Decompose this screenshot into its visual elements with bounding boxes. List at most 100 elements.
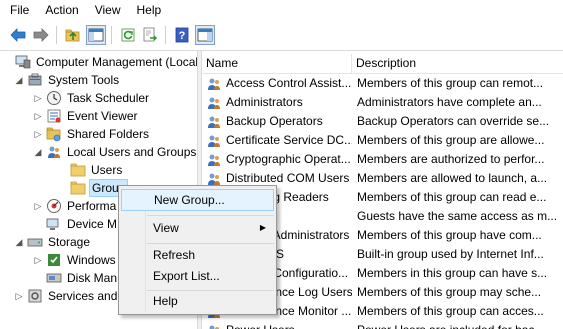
table-row[interactable]: Power Users Power Users are included for … (202, 321, 563, 329)
group-description: Members in this group can have s... (357, 266, 548, 280)
group-name: Backup Operators (226, 114, 323, 128)
column-header-name[interactable]: Name (202, 54, 352, 73)
expanded-chevron-icon[interactable]: ◢ (14, 75, 24, 85)
tree-item-label: System Tools (48, 73, 120, 87)
tree-item-label: Services and (48, 289, 118, 303)
menu-item-label: Help (153, 294, 178, 308)
menu-item-label: Refresh (153, 248, 196, 262)
show-hide-action-pane-icon[interactable] (195, 25, 215, 45)
group-description: Members of this group can read e... (357, 190, 547, 204)
group-description: Members of this group have com... (357, 228, 542, 242)
group-description: Administrators have complete an... (357, 95, 542, 109)
tree-item-computer-management[interactable]: Computer Management (Local (2, 53, 197, 71)
export-list-icon[interactable] (140, 25, 160, 45)
menu-item-export-list[interactable]: Export List... (121, 265, 274, 287)
performance-icon (46, 198, 62, 214)
group-description: Members of this group are allowe... (357, 133, 545, 147)
menu-item-refresh[interactable]: Refresh (121, 244, 274, 266)
help-icon[interactable]: ? (172, 25, 192, 45)
menu-item-view[interactable]: View ▶ (121, 217, 274, 239)
list-header: Name Description (202, 54, 563, 74)
table-row[interactable]: Backup Operators Backup Operators can ove… (202, 112, 563, 131)
event-viewer-icon (46, 108, 62, 124)
column-header-description[interactable]: Description (352, 54, 563, 73)
expanded-chevron-icon[interactable]: ◢ (33, 147, 43, 157)
tree-item-label: Windows (67, 253, 116, 267)
tree-item-label: Storage (48, 235, 91, 249)
group-description: Members of this group can remot... (357, 76, 544, 90)
users-icon (46, 144, 62, 160)
folder-icon (70, 162, 86, 178)
windows-backup-icon (46, 252, 62, 268)
tree-item-label: Computer Management (Local (36, 55, 197, 69)
menu-item-label: New Group... (154, 193, 225, 207)
table-row[interactable]: Administrators Administrators have comple… (202, 93, 563, 112)
table-row[interactable]: Cryptographic Operat... Members are autho… (202, 150, 563, 169)
collapsed-chevron-icon[interactable]: ▷ (33, 201, 43, 211)
tree-item-storage[interactable]: ◢ Storage (14, 233, 92, 251)
group-name: Access Control Assist... (226, 76, 352, 90)
tree-item-task-scheduler[interactable]: ▷ Task Scheduler (33, 89, 151, 107)
back-arrow-icon[interactable] (8, 25, 28, 45)
tree-item-label: Disk Man (67, 271, 118, 285)
cell-name: Cryptographic Operat... (202, 150, 352, 169)
up-folder-icon[interactable] (63, 25, 83, 45)
group-name: Power Users (226, 321, 295, 329)
group-description: Members of this group can acces... (357, 304, 544, 318)
services-icon (27, 288, 43, 304)
collapsed-chevron-icon[interactable]: ▷ (33, 111, 43, 121)
tree-item-device-manager[interactable]: Device M (33, 215, 119, 233)
group-icon (206, 95, 222, 111)
expanded-chevron-icon[interactable]: ◢ (14, 237, 24, 247)
group-description: Guests have the same access as m... (357, 209, 558, 223)
tree-item-local-users-and-groups[interactable]: ◢ Local Users and Groups (33, 143, 197, 161)
tree-item-label: Shared Folders (67, 127, 150, 141)
table-row[interactable]: Certificate Service DC... Members of this… (202, 131, 563, 150)
device-manager-icon (46, 216, 62, 232)
system-tools-icon (27, 72, 43, 88)
group-name: Certificate Service DC... (226, 133, 352, 147)
context-menu: New Group... View ▶ Refresh Export List.… (118, 185, 277, 315)
menu-file[interactable]: File (0, 0, 37, 20)
menu-view[interactable]: View (87, 0, 129, 20)
group-name: Administrators (226, 95, 303, 109)
cell-name: Access Control Assist... (202, 74, 352, 93)
tree-item-label: Users (91, 163, 123, 177)
tree-item-event-viewer[interactable]: ▷ Event Viewer (33, 107, 139, 125)
collapsed-chevron-icon[interactable]: ▷ (33, 255, 43, 265)
tree-item-windows-backup[interactable]: ▷ Windows (33, 251, 118, 269)
table-row[interactable]: Access Control Assist... Members of this … (202, 74, 563, 93)
clock-icon (46, 90, 62, 106)
menu-item-new-group[interactable]: New Group... (121, 189, 274, 211)
tree-item-label: Device M (67, 217, 118, 231)
collapsed-chevron-icon[interactable]: ▷ (33, 129, 43, 139)
menu-bar: File Action View Help (0, 0, 563, 20)
menu-help[interactable]: Help (129, 0, 170, 20)
tree-item-users[interactable]: Users (57, 161, 124, 179)
group-name: Cryptographic Operat... (226, 152, 351, 166)
group-icon (206, 76, 222, 92)
tree-item-label: Event Viewer (67, 109, 138, 123)
tree-item-services-and-applications[interactable]: ▷ Services and (14, 287, 119, 305)
collapsed-chevron-icon[interactable]: ▷ (33, 93, 43, 103)
menu-item-label: View (153, 221, 179, 235)
menu-item-label: Export List... (153, 269, 220, 283)
tree-item-disk-management[interactable]: Disk Man (33, 269, 119, 287)
show-hide-console-tree-icon[interactable] (86, 25, 106, 45)
tree-item-performance[interactable]: ▷ Performa (33, 197, 118, 215)
group-description: Members are authorized to perfor... (357, 152, 545, 166)
group-icon (206, 323, 222, 329)
folder-icon (70, 180, 86, 196)
forward-arrow-icon[interactable] (31, 25, 51, 45)
tree-item-shared-folders[interactable]: ▷ Shared Folders (33, 125, 151, 143)
group-icon (206, 152, 222, 168)
tree-item-system-tools[interactable]: ◢ System Tools (14, 71, 121, 89)
cell-name: Administrators (202, 93, 352, 112)
collapsed-chevron-icon[interactable]: ▷ (14, 291, 24, 301)
refresh-icon[interactable] (118, 25, 138, 45)
shared-folders-icon (46, 126, 62, 142)
storage-icon (27, 234, 43, 250)
submenu-arrow-icon: ▶ (259, 223, 266, 232)
menu-action[interactable]: Action (37, 0, 86, 20)
menu-item-help[interactable]: Help (121, 290, 274, 312)
